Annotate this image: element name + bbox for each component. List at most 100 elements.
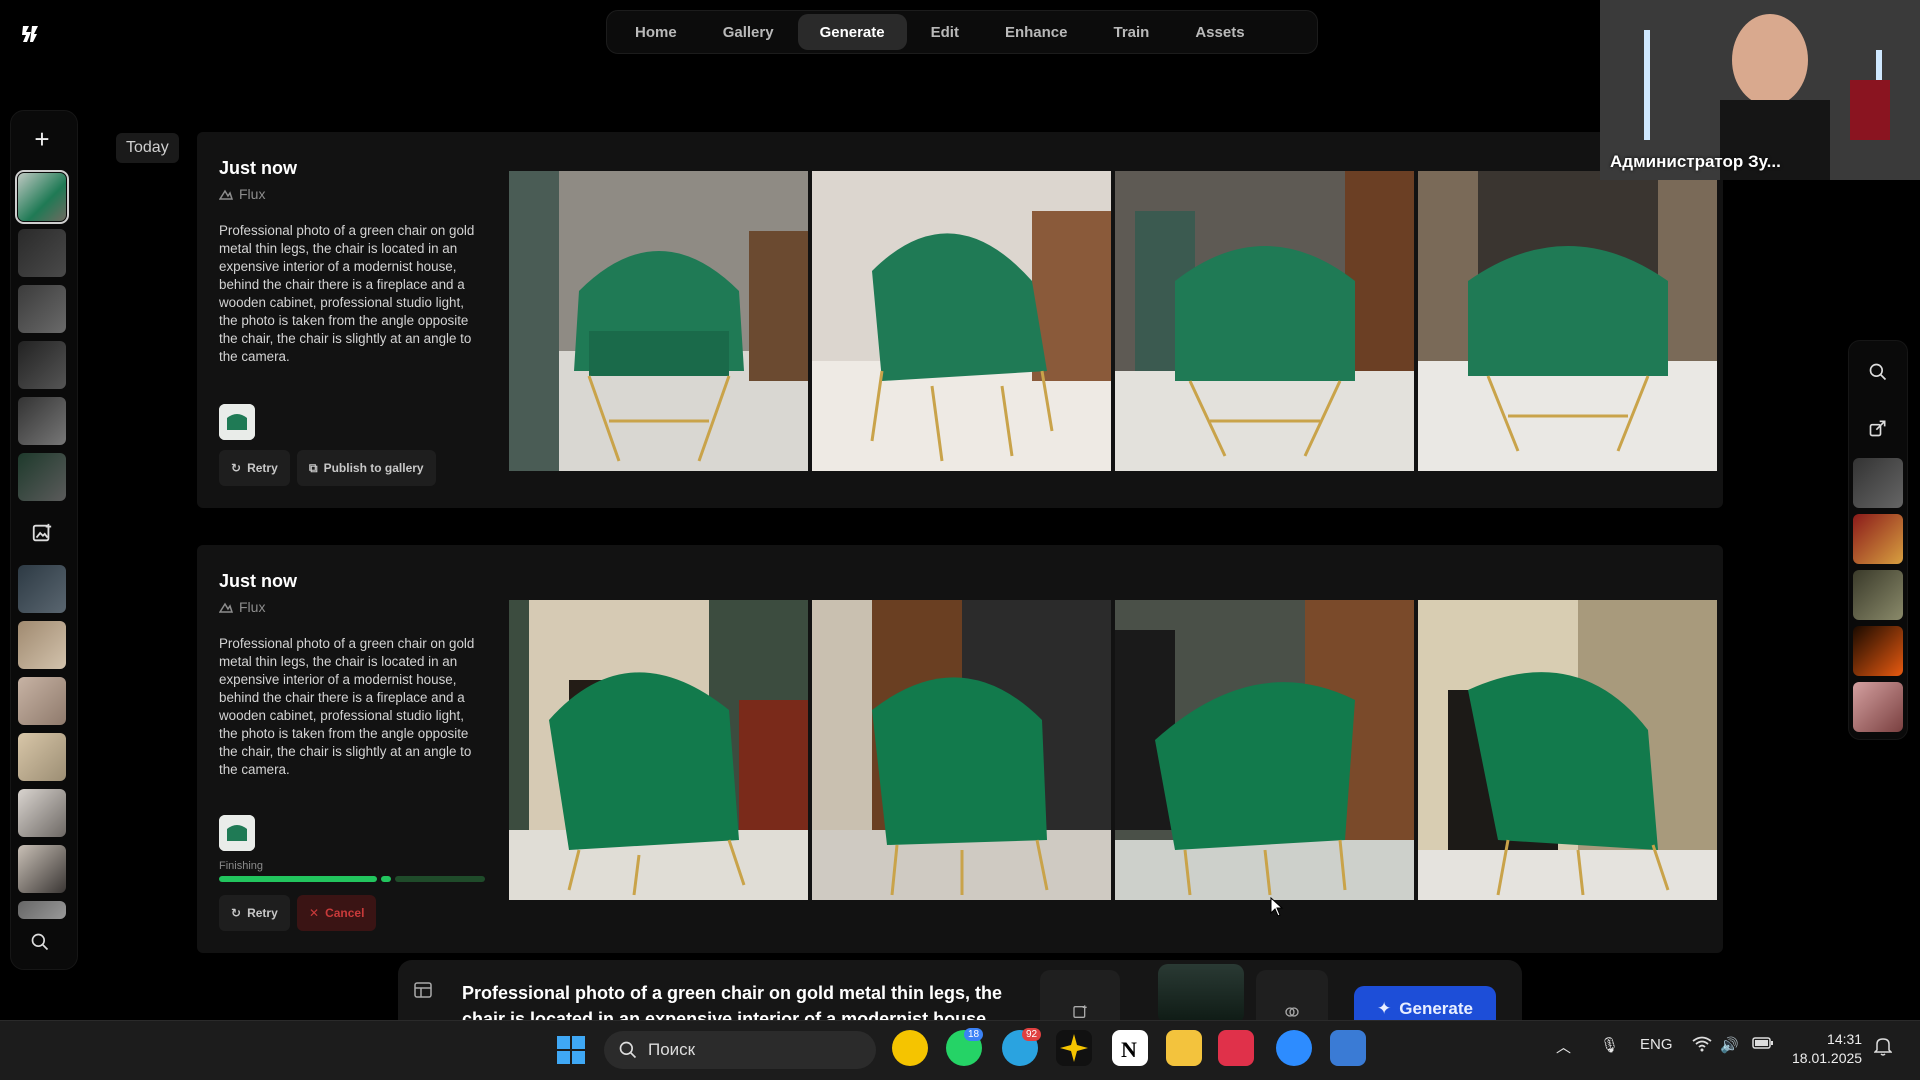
generated-image[interactable] xyxy=(1418,600,1717,900)
app-icon[interactable] xyxy=(1330,1030,1366,1066)
generated-image[interactable] xyxy=(1115,171,1414,471)
publish-button[interactable]: ⧉ Publish to gallery xyxy=(297,450,436,486)
history-thumb[interactable] xyxy=(18,621,66,669)
top-nav: Home Gallery Generate Edit Enhance Train… xyxy=(606,10,1318,54)
cancel-button[interactable]: ✕ Cancel xyxy=(297,895,377,931)
generate-button[interactable]: ✦ Generate xyxy=(1354,986,1496,1020)
history-thumb[interactable] xyxy=(18,285,66,333)
search-icon[interactable] xyxy=(30,932,54,956)
yandex-browser-icon[interactable] xyxy=(892,1030,928,1066)
style-thumb[interactable] xyxy=(1853,514,1903,564)
progress-segment xyxy=(381,876,391,882)
new-generation-button[interactable]: + xyxy=(30,126,54,152)
retry-label: Retry xyxy=(247,461,278,475)
history-thumb[interactable] xyxy=(18,229,66,277)
tab-home[interactable]: Home xyxy=(613,14,699,50)
generated-images xyxy=(509,171,1717,471)
generation-prompt: Professional photo of a green chair on g… xyxy=(219,223,475,364)
telegram-badge: 92 xyxy=(1022,1028,1042,1041)
style-thumb[interactable] xyxy=(1853,570,1903,620)
generation-model: Flux xyxy=(219,599,265,615)
tab-train[interactable]: Train xyxy=(1091,14,1171,50)
history-thumb[interactable] xyxy=(18,845,66,893)
search-icon[interactable] xyxy=(1868,362,1888,387)
retry-label: Retry xyxy=(247,906,278,920)
whatsapp-badge: 18 xyxy=(964,1028,984,1041)
prompt-input[interactable]: Professional photo of a green chair on g… xyxy=(462,980,1022,1020)
generated-image[interactable] xyxy=(812,600,1111,900)
language-indicator[interactable]: ENG xyxy=(1640,1036,1673,1053)
app-icon[interactable] xyxy=(1056,1030,1092,1066)
file-explorer-icon[interactable] xyxy=(1166,1030,1202,1066)
model-icon xyxy=(219,602,233,613)
add-image-button[interactable] xyxy=(1040,970,1120,1020)
model-icon xyxy=(219,189,233,200)
notion-icon[interactable]: N xyxy=(1112,1030,1148,1066)
style-button[interactable] xyxy=(1256,970,1328,1020)
reference-image[interactable] xyxy=(219,404,255,440)
tab-edit[interactable]: Edit xyxy=(909,14,981,50)
tab-assets[interactable]: Assets xyxy=(1173,14,1266,50)
cancel-label: Cancel xyxy=(325,906,365,920)
publish-icon: ⧉ xyxy=(309,460,318,475)
history-thumb[interactable] xyxy=(18,733,66,781)
generation-title: Just now xyxy=(219,571,298,591)
mouse-cursor-icon xyxy=(1270,896,1284,922)
battery-icon[interactable] xyxy=(1752,1036,1774,1054)
tab-gallery[interactable]: Gallery xyxy=(701,14,796,50)
reference-thumb[interactable] xyxy=(1158,964,1244,1020)
share-icon[interactable] xyxy=(1868,418,1888,443)
generated-image[interactable] xyxy=(509,600,808,900)
generation-status: Finishing xyxy=(219,860,264,872)
generated-images xyxy=(509,600,1717,900)
progress-track xyxy=(395,876,485,882)
model-name: Flux xyxy=(239,599,266,615)
windows-start-icon[interactable] xyxy=(556,1035,586,1070)
history-thumb[interactable] xyxy=(18,397,66,445)
chevron-up-icon[interactable]: ︿ xyxy=(1556,1036,1571,1057)
style-thumb[interactable] xyxy=(1853,626,1903,676)
generated-image[interactable] xyxy=(509,171,808,471)
model-name: Flux xyxy=(239,186,266,202)
participant-name: Администратор Зу... xyxy=(1610,152,1781,171)
generation-card: Just now Flux Professional photo of a gr… xyxy=(197,545,1723,953)
publish-label: Publish to gallery xyxy=(323,461,424,475)
taskbar-search[interactable]: Поиск xyxy=(604,1031,876,1069)
image-add-icon[interactable] xyxy=(31,522,55,546)
search-placeholder: Поиск xyxy=(648,1040,696,1059)
tab-generate[interactable]: Generate xyxy=(797,14,907,50)
history-thumb[interactable] xyxy=(18,453,66,501)
history-thumb[interactable] xyxy=(18,789,66,837)
retry-icon: ↻ xyxy=(231,906,242,920)
history-thumb[interactable] xyxy=(15,170,69,224)
close-icon: ✕ xyxy=(309,906,320,920)
history-thumb[interactable] xyxy=(18,341,66,389)
microphone-icon[interactable]: 🎙 xyxy=(1600,1036,1619,1054)
reference-image[interactable] xyxy=(219,815,255,851)
tab-enhance[interactable]: Enhance xyxy=(983,14,1090,50)
webcam-overlay: Администратор Зу... xyxy=(1600,0,1920,180)
generated-image[interactable] xyxy=(1418,171,1717,471)
zoom-icon[interactable] xyxy=(1276,1030,1312,1066)
screen-recorder-icon[interactable] xyxy=(1218,1030,1254,1066)
history-thumb[interactable] xyxy=(18,565,66,613)
generation-prompt: Professional photo of a green chair on g… xyxy=(219,636,475,777)
sparkle-icon: ✦ xyxy=(1377,999,1392,1018)
volume-icon[interactable]: 🔊 xyxy=(1720,1036,1739,1054)
app-logo[interactable] xyxy=(18,22,42,46)
history-thumb[interactable] xyxy=(18,901,66,919)
history-thumb[interactable] xyxy=(18,677,66,725)
retry-button[interactable]: ↻ Retry xyxy=(219,895,290,931)
layout-icon[interactable] xyxy=(414,982,432,1003)
wifi-icon[interactable] xyxy=(1692,1036,1712,1056)
retry-button[interactable]: ↻ Retry xyxy=(219,450,290,486)
generate-label: Generate xyxy=(1399,999,1473,1018)
generation-card: Just now Flux Professional photo of a gr… xyxy=(197,132,1723,508)
progress-fill xyxy=(219,876,377,882)
style-thumb[interactable] xyxy=(1853,458,1903,508)
system-clock[interactable]: 14:31 18.01.2025 xyxy=(1792,1030,1862,1068)
generated-image[interactable] xyxy=(812,171,1111,471)
generated-image[interactable] xyxy=(1115,600,1414,900)
style-thumb[interactable] xyxy=(1853,682,1903,732)
notification-bell-icon[interactable] xyxy=(1873,1036,1893,1060)
